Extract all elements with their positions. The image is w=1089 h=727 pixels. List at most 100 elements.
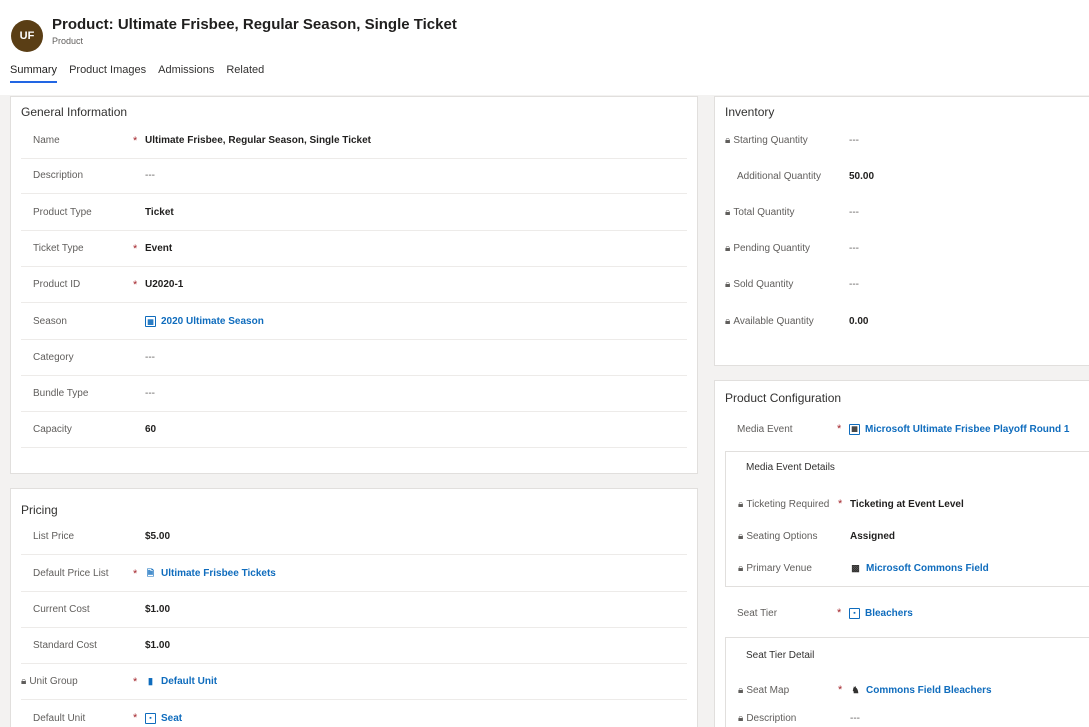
field-label: 🔒︎ Pending Quantity xyxy=(725,243,837,254)
ticketing-required-field: Ticketing at Event Level xyxy=(850,498,964,510)
list-price-field[interactable]: $5.00 xyxy=(145,531,687,542)
field-label: 🔒︎ Sold Quantity xyxy=(725,279,837,290)
section-title: Product Configuration xyxy=(725,391,842,405)
lock-icon: 🔒︎ xyxy=(738,562,744,574)
field-row-default-price-list: Default Price List * 🗎 Ultimate Frisbee … xyxy=(21,556,687,592)
required-marker: * xyxy=(838,684,843,696)
field-label: 🔒︎ Total Quantity xyxy=(725,207,837,218)
lock-icon: 🔒︎ xyxy=(725,206,731,218)
total-quantity-field: --- xyxy=(849,206,859,218)
tab-related[interactable]: Related xyxy=(226,64,264,83)
tab-product-images[interactable]: Product Images xyxy=(69,64,146,83)
field-row-primary-venue: 🔒︎ Primary Venue ▩ Microsoft Commons Fiel… xyxy=(726,550,1089,586)
unit-group-link[interactable]: Default Unit xyxy=(161,676,217,687)
field-label-text: Starting Quantity xyxy=(733,134,808,146)
field-row-category: Category --- xyxy=(21,340,687,376)
default-price-list-link[interactable]: Ultimate Frisbee Tickets xyxy=(161,568,276,579)
seat-map-lookup[interactable]: ♞ Commons Field Bleachers xyxy=(850,685,1089,696)
ticket-type-field[interactable]: Event xyxy=(145,243,687,254)
unit-group-lookup[interactable]: ▮ Default Unit xyxy=(145,676,687,687)
field-row-sold-quantity: 🔒︎ Sold Quantity --- xyxy=(725,266,1088,302)
field-label-text: Seating Options xyxy=(746,530,818,542)
required-marker: * xyxy=(133,712,138,724)
field-row-product-id: Product ID * U2020-1 xyxy=(21,267,687,303)
field-label: 🔒︎ Description xyxy=(726,713,838,724)
required-marker: * xyxy=(837,607,842,619)
media-event-link[interactable]: Microsoft Ultimate Frisbee Playoff Round… xyxy=(865,424,1069,435)
category-field[interactable]: --- xyxy=(145,352,687,363)
tab-admissions[interactable]: Admissions xyxy=(158,64,214,83)
field-row-starting-quantity: 🔒︎ Starting Quantity --- xyxy=(725,122,1088,158)
field-row-total-quantity: 🔒︎ Total Quantity --- xyxy=(725,194,1088,230)
field-row-season: Season ▦ 2020 Ultimate Season xyxy=(21,304,687,340)
field-row-seating-options: 🔒︎ Seating Options Assigned xyxy=(726,518,1089,554)
field-row-default-unit: Default Unit * ▪ Seat xyxy=(21,700,687,727)
lock-icon: 🔒︎ xyxy=(725,134,731,146)
field-row-list-price: List Price $5.00 xyxy=(21,519,687,555)
unit-icon: ▪ xyxy=(145,712,156,724)
default-price-list-lookup[interactable]: 🗎 Ultimate Frisbee Tickets xyxy=(145,568,687,579)
field-label: Product ID xyxy=(33,279,81,290)
product-id-field[interactable]: U2020-1 xyxy=(145,279,687,290)
field-label: Seat Tier xyxy=(737,607,778,619)
lock-icon: 🔒︎ xyxy=(738,684,744,696)
required-marker: * xyxy=(133,278,138,291)
product-type-field[interactable]: Ticket xyxy=(145,207,687,218)
name-field[interactable]: Ultimate Frisbee, Regular Season, Single… xyxy=(145,135,687,146)
primary-venue-lookup[interactable]: ▩ Microsoft Commons Field xyxy=(850,563,1089,574)
field-label-text: Ticketing Required xyxy=(746,498,830,510)
field-label: 🔒︎ Available Quantity xyxy=(725,316,837,327)
default-unit-lookup[interactable]: ▪ Seat xyxy=(145,712,687,724)
seat-map-link[interactable]: Commons Field Bleachers xyxy=(866,685,992,696)
section-title: Inventory xyxy=(725,105,775,119)
season-link[interactable]: 2020 Ultimate Season xyxy=(161,316,264,327)
field-row-pending-quantity: 🔒︎ Pending Quantity --- xyxy=(725,230,1088,266)
tab-summary[interactable]: Summary xyxy=(10,64,58,83)
field-label: Season xyxy=(33,316,67,327)
media-event-details-panel: Media Event Details 🔒︎ Ticketing Required… xyxy=(725,451,1089,587)
field-label-text: Primary Venue xyxy=(746,562,812,574)
field-label: Media Event xyxy=(737,423,793,435)
standard-cost-field[interactable]: $1.00 xyxy=(145,640,687,651)
field-row-current-cost: Current Cost $1.00 xyxy=(21,592,687,628)
sold-quantity-field: --- xyxy=(849,278,859,290)
field-label: Capacity xyxy=(33,424,72,435)
field-row-media-event: Media Event * ▦ Microsoft Ultimate Frisb… xyxy=(725,411,1088,447)
field-label: List Price xyxy=(33,531,75,542)
tab-bar: Summary Product Images Admissions Relate… xyxy=(10,64,264,83)
field-row-seat-description: 🔒︎ Description --- xyxy=(726,700,1089,727)
product-configuration-section: Product Configuration Media Event * ▦ Mi… xyxy=(714,380,1089,727)
primary-venue-link[interactable]: Microsoft Commons Field xyxy=(866,563,989,574)
field-label: Standard Cost xyxy=(33,640,97,651)
field-row-additional-quantity: Additional Quantity 50.00 xyxy=(725,158,1088,194)
field-label: 🔒︎ Seat Map xyxy=(726,685,838,696)
field-label: Description xyxy=(33,170,84,181)
field-label-text: Description xyxy=(746,712,797,724)
lock-icon: 🔒︎ xyxy=(738,530,744,542)
field-label: 🔒︎ Starting Quantity xyxy=(725,135,837,146)
current-cost-field[interactable]: $1.00 xyxy=(145,604,687,615)
seat-tier-lookup[interactable]: ▪ Bleachers xyxy=(849,607,1088,619)
field-label: Product Type xyxy=(33,207,92,218)
field-label: Name xyxy=(33,135,60,146)
record-header: UF Product: Ultimate Frisbee, Regular Se… xyxy=(0,0,1089,95)
lock-icon: 🔒︎ xyxy=(738,498,744,510)
media-event-lookup[interactable]: ▦ Microsoft Ultimate Frisbee Playoff Rou… xyxy=(849,423,1088,435)
general-information-section: General Information Name * Ultimate Fris… xyxy=(10,96,698,474)
default-unit-link[interactable]: Seat xyxy=(161,713,182,724)
section-title: General Information xyxy=(21,105,128,119)
additional-quantity-field[interactable]: 50.00 xyxy=(849,171,1088,182)
description-field[interactable]: --- xyxy=(145,170,687,181)
field-label-text: Pending Quantity xyxy=(733,242,811,254)
avatar: UF xyxy=(11,20,43,52)
seat-tier-link[interactable]: Bleachers xyxy=(865,608,913,619)
season-lookup[interactable]: ▦ 2020 Ultimate Season xyxy=(145,316,687,327)
capacity-field[interactable]: 60 xyxy=(145,424,687,435)
seating-options-field: Assigned xyxy=(850,530,896,542)
venue-icon: ▩ xyxy=(851,562,860,573)
field-label-text: Sold Quantity xyxy=(733,278,794,290)
field-label-text: Available Quantity xyxy=(733,315,814,327)
field-row-capacity: Capacity 60 xyxy=(21,412,687,448)
field-label: Default Unit xyxy=(33,712,86,724)
bundle-type-field[interactable]: --- xyxy=(145,388,687,399)
